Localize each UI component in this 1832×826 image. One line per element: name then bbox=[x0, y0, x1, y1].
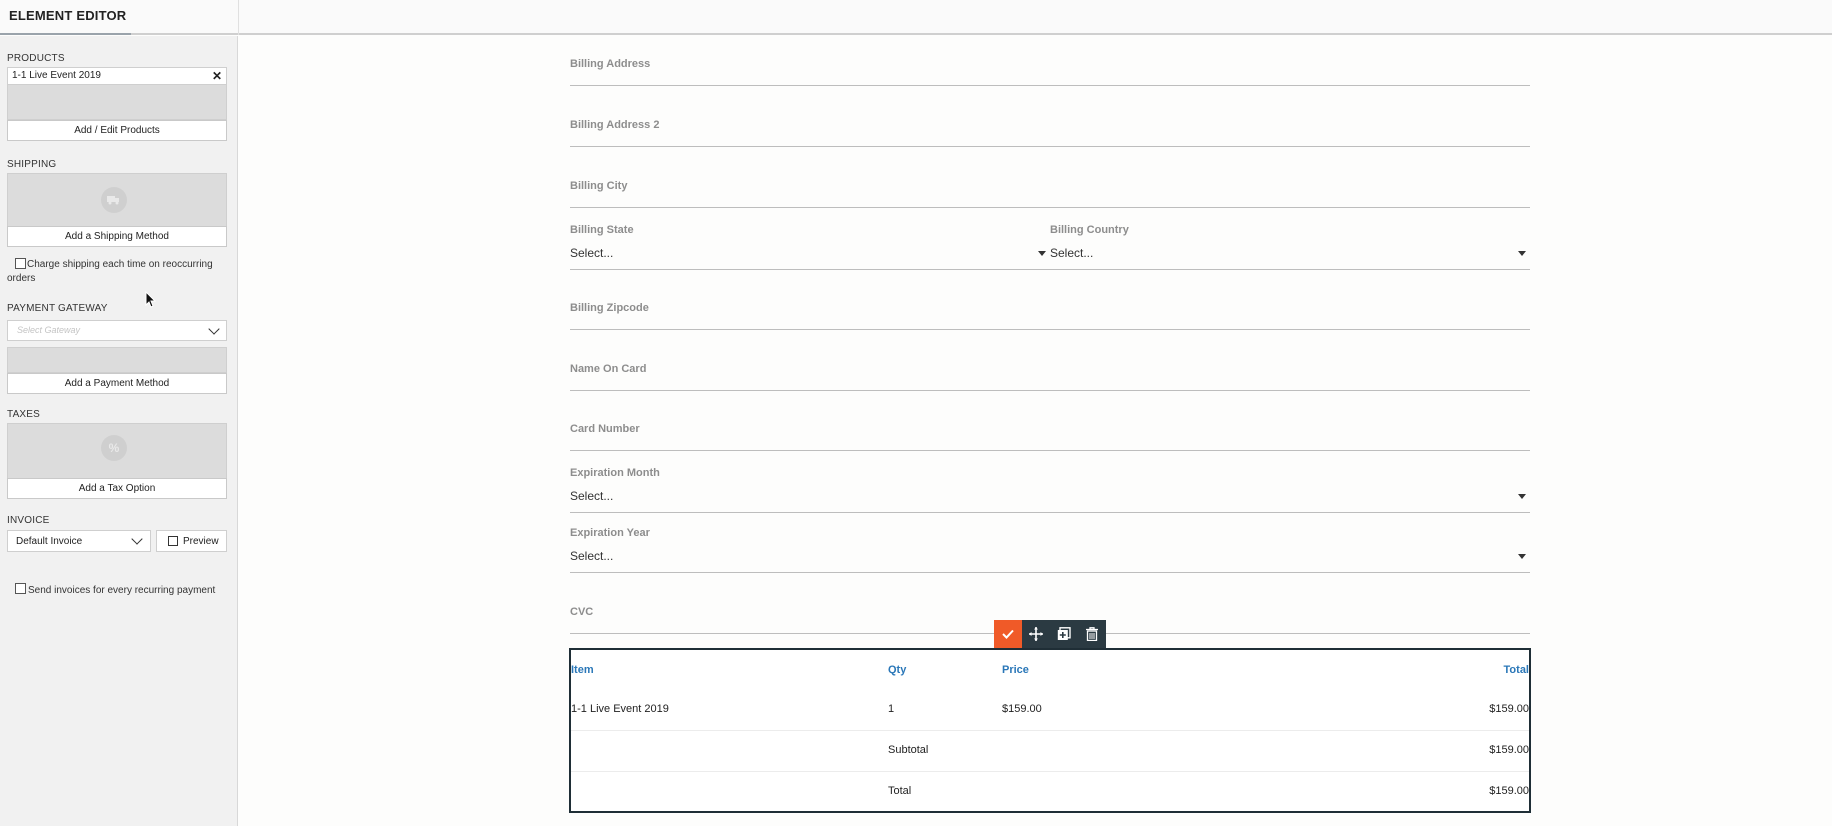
row-divider bbox=[571, 771, 1529, 772]
invoice-label: INVOICE bbox=[7, 515, 50, 526]
order-item-total: $159.00 bbox=[1489, 703, 1529, 715]
products-label: PRODUCTS bbox=[7, 53, 65, 64]
active-tab-indicator bbox=[0, 33, 131, 35]
send-invoices-checkbox[interactable] bbox=[15, 583, 26, 594]
total-label: Total bbox=[888, 785, 912, 797]
order-summary-table[interactable]: Item Qty Price Total 1-1 Live Event 2019… bbox=[569, 648, 1531, 813]
billing-zipcode-label: Billing Zipcode bbox=[570, 302, 649, 314]
header-divider bbox=[238, 0, 239, 35]
trash-icon[interactable] bbox=[1078, 620, 1106, 648]
gateway-select[interactable]: Select Gateway bbox=[7, 320, 227, 341]
name-on-card-label: Name On Card bbox=[570, 363, 647, 375]
billing-address-field[interactable]: Billing Address bbox=[570, 54, 1530, 86]
billing-state-field[interactable]: Billing State Select... bbox=[570, 222, 1048, 270]
product-item-name: 1-1 Live Event 2019 bbox=[12, 70, 101, 81]
add-payment-method-button[interactable]: Add a Payment Method bbox=[7, 373, 227, 394]
invoice-template-select[interactable]: Default Invoice bbox=[7, 530, 151, 552]
name-on-card-field[interactable]: Name On Card bbox=[570, 359, 1530, 391]
column-header-qty: Qty bbox=[888, 664, 907, 676]
card-number-field[interactable]: Card Number bbox=[570, 419, 1530, 451]
billing-state-label: Billing State bbox=[570, 224, 634, 236]
caret-down-icon bbox=[1518, 554, 1526, 559]
product-item[interactable]: 1-1 Live Event 2019 ✕ bbox=[7, 67, 227, 85]
billing-zipcode-field[interactable]: Billing Zipcode bbox=[570, 298, 1530, 330]
expiration-year-value: Select... bbox=[570, 549, 614, 563]
add-shipping-method-button[interactable]: Add a Shipping Method bbox=[7, 226, 227, 247]
percent-icon: % bbox=[101, 435, 127, 461]
shipping-label: SHIPPING bbox=[7, 159, 57, 170]
billing-country-value: Select... bbox=[1050, 246, 1094, 260]
taxes-label: TAXES bbox=[7, 409, 41, 420]
add-edit-products-button[interactable]: Add / Edit Products bbox=[7, 120, 227, 141]
billing-address-2-label: Billing Address 2 bbox=[570, 119, 660, 131]
check-icon[interactable] bbox=[994, 620, 1022, 648]
expiration-month-value: Select... bbox=[570, 489, 614, 503]
total-value: $159.00 bbox=[1489, 785, 1529, 797]
duplicate-icon[interactable] bbox=[1050, 620, 1078, 648]
expiration-month-label: Expiration Month bbox=[570, 467, 660, 479]
order-item-qty: 1 bbox=[888, 703, 895, 715]
editor-header: ELEMENT EDITOR bbox=[0, 0, 1832, 35]
editor-title: ELEMENT EDITOR bbox=[9, 8, 127, 23]
order-item-price: $159.00 bbox=[1002, 703, 1042, 715]
subtotal-value: $159.00 bbox=[1489, 744, 1529, 756]
payment-gateway-label: PAYMENT GATEWAY bbox=[7, 303, 108, 314]
preview-icon bbox=[168, 536, 178, 546]
expiration-year-field[interactable]: Expiration Year Select... bbox=[570, 525, 1530, 573]
chevron-down-icon bbox=[131, 533, 143, 545]
column-header-total: Total bbox=[1503, 664, 1529, 676]
order-item-name: 1-1 Live Event 2019 bbox=[571, 703, 669, 715]
chevron-down-icon bbox=[208, 323, 220, 335]
invoice-template-value: Default Invoice bbox=[16, 536, 83, 547]
caret-down-icon bbox=[1038, 251, 1046, 256]
billing-address-2-field[interactable]: Billing Address 2 bbox=[570, 115, 1530, 147]
card-number-label: Card Number bbox=[570, 423, 640, 435]
column-header-price: Price bbox=[1002, 664, 1029, 676]
element-toolbar bbox=[994, 620, 1106, 648]
mouse-cursor-icon bbox=[145, 291, 157, 308]
add-tax-option-button[interactable]: Add a Tax Option bbox=[7, 478, 227, 499]
caret-down-icon bbox=[1518, 494, 1526, 499]
invoice-preview-button[interactable]: Preview bbox=[156, 530, 227, 552]
billing-country-label: Billing Country bbox=[1050, 224, 1129, 236]
cvc-label: CVC bbox=[570, 606, 594, 618]
billing-state-country-underline bbox=[570, 269, 1530, 270]
charge-shipping-label: Charge shipping each time on reoccurring… bbox=[7, 259, 213, 284]
send-invoices-label: Send invoices for every recurring paymen… bbox=[28, 585, 216, 596]
billing-city-label: Billing City bbox=[570, 180, 628, 192]
billing-city-field[interactable]: Billing City bbox=[570, 176, 1530, 208]
billing-state-value: Select... bbox=[570, 246, 614, 260]
truck-icon bbox=[101, 187, 127, 213]
subtotal-label: Subtotal bbox=[888, 744, 929, 756]
element-editor-sidebar: PRODUCTS 1-1 Live Event 2019 ✕ Add / Edi… bbox=[0, 36, 238, 826]
remove-product-icon[interactable]: ✕ bbox=[212, 68, 222, 84]
billing-address-label: Billing Address bbox=[570, 58, 651, 70]
payment-methods-box bbox=[7, 347, 227, 373]
column-header-item: Item bbox=[571, 664, 594, 676]
row-divider bbox=[571, 730, 1529, 731]
expiration-year-label: Expiration Year bbox=[570, 527, 650, 539]
gateway-select-placeholder: Select Gateway bbox=[17, 325, 81, 335]
move-icon[interactable] bbox=[1022, 620, 1050, 648]
billing-country-field[interactable]: Billing Country Select... bbox=[1050, 222, 1530, 270]
caret-down-icon bbox=[1518, 251, 1526, 256]
invoice-preview-label: Preview bbox=[183, 536, 219, 547]
expiration-month-field[interactable]: Expiration Month Select... bbox=[570, 465, 1530, 513]
